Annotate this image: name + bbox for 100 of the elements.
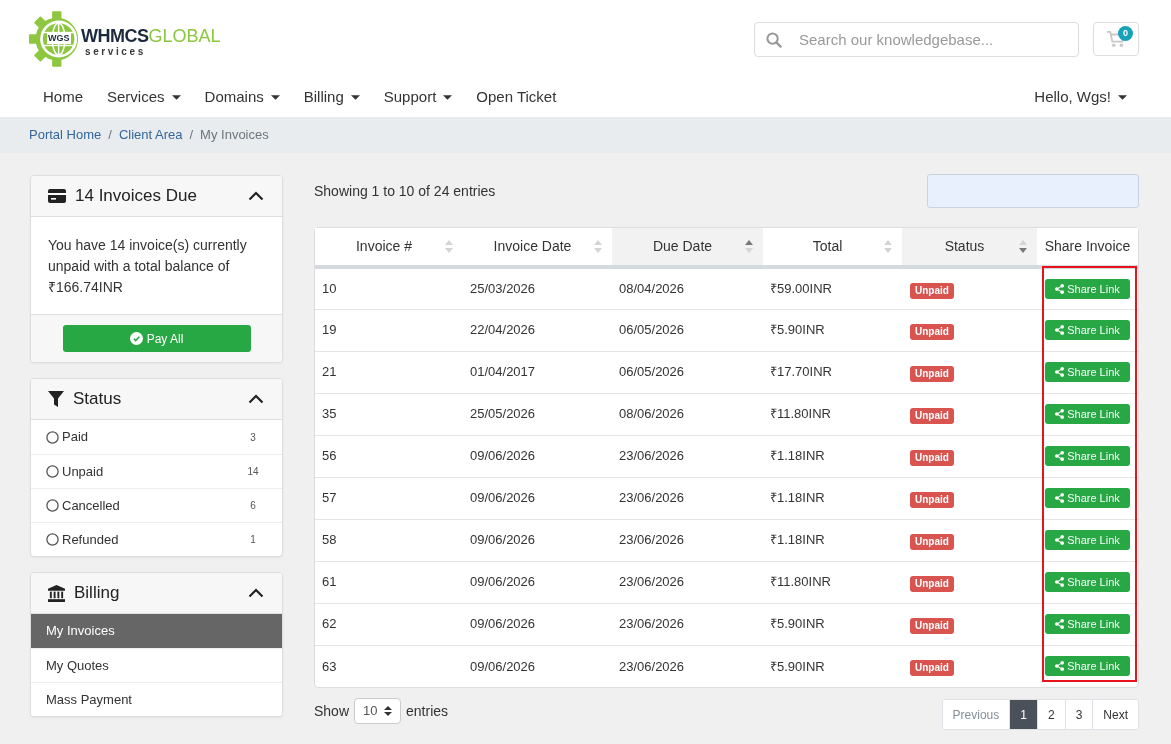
- share-icon: [1055, 535, 1065, 545]
- table-cell: 23/06/2026: [612, 435, 763, 477]
- status-badge: Unpaid: [910, 576, 954, 592]
- sort-arrows-icon[interactable]: [1019, 239, 1027, 254]
- column-header[interactable]: Status: [902, 228, 1037, 267]
- status-badge: Unpaid: [910, 618, 954, 634]
- table-cell: 01/04/2017: [463, 351, 612, 393]
- table-cell: 56: [315, 435, 463, 477]
- count-text: 6: [249, 499, 257, 513]
- panel-title: Billing: [74, 582, 120, 605]
- share-icon: [1055, 451, 1065, 461]
- table-cell: ₹1.18INR: [763, 519, 902, 561]
- status-filter-option[interactable]: Paid: [46, 427, 89, 447]
- table-cell: 57: [315, 477, 463, 519]
- page-length-select[interactable]: 10: [354, 698, 402, 724]
- share-icon: [1055, 619, 1065, 629]
- radio-icon[interactable]: [46, 533, 59, 546]
- table-cell: 23/06/2026: [612, 519, 763, 561]
- status-filter-option[interactable]: Refunded: [46, 529, 119, 550]
- table-cell: 09/06/2026: [463, 645, 612, 687]
- caret-icon: [443, 95, 453, 100]
- table-cell: 35: [315, 393, 463, 435]
- table-cell: 23/06/2026: [612, 561, 763, 603]
- column-header[interactable]: Due Date: [612, 228, 763, 267]
- table-cell: 23/06/2026: [612, 603, 763, 645]
- column-header[interactable]: Total: [763, 228, 902, 267]
- nav-link[interactable]: Domains: [192, 82, 292, 113]
- nav-link[interactable]: Open Ticket: [464, 82, 569, 113]
- table-cell: ₹1.18INR: [763, 435, 902, 477]
- caret-icon: [1118, 95, 1127, 100]
- table-cell: 06/05/2026: [612, 351, 763, 393]
- table-cell: 09/06/2026: [463, 561, 612, 603]
- table-cell: ₹1.18INR: [763, 477, 902, 519]
- table-cell: 09/06/2026: [463, 519, 612, 561]
- pagination-button[interactable]: 1: [1009, 700, 1037, 729]
- table-cell: ₹5.90INR: [763, 603, 902, 645]
- radio-icon[interactable]: [46, 499, 59, 512]
- breadcrumb-separator: /: [107, 126, 113, 145]
- balance-text: You have 14 invoice(s) currently unpaid with a total balance of ₹166.74INR: [47, 236, 248, 297]
- status-badge: Unpaid: [910, 408, 954, 424]
- search-field[interactable]: Search our knowledgebase...: [754, 21, 1079, 57]
- logo-tagline-text: services: [84, 45, 147, 57]
- status-badge: Unpaid: [910, 366, 954, 382]
- column-header[interactable]: Invoice #: [315, 228, 463, 267]
- cart-count-badge: 0: [1118, 26, 1133, 41]
- count-text: 3: [249, 430, 257, 445]
- nav-link[interactable]: Home: [31, 82, 95, 113]
- status-badge: Unpaid: [910, 324, 954, 340]
- table-cell: 61: [315, 561, 463, 603]
- share-icon: [1055, 367, 1065, 377]
- table-cell: 63: [315, 645, 463, 687]
- caret-icon: [350, 95, 360, 100]
- status-filter-option[interactable]: Unpaid: [46, 461, 104, 482]
- nav-link[interactable]: Support: [371, 82, 465, 113]
- breadcrumb-separator: /: [188, 126, 195, 145]
- check-circle-icon: [129, 332, 143, 345]
- entries-label: entries: [406, 701, 449, 721]
- table-cell: ₹5.90INR: [763, 309, 902, 351]
- share-icon: [1055, 493, 1065, 503]
- radio-icon[interactable]: [46, 465, 59, 478]
- table-cell: 09/06/2026: [463, 477, 612, 519]
- status-badge: Unpaid: [910, 282, 954, 299]
- gear-globe-logo-icon: [29, 10, 79, 68]
- table-cell: 22/04/2026: [463, 309, 612, 351]
- table-search-field[interactable]: [927, 174, 1139, 208]
- chevron-up-icon[interactable]: [248, 191, 264, 201]
- count-text: 1: [249, 533, 257, 547]
- menu-item[interactable]: My Invoices: [31, 614, 282, 648]
- table-cell: ₹59.00INR: [763, 267, 902, 309]
- column-header[interactable]: Invoice Date: [463, 228, 612, 267]
- up-down-arrows-icon: [384, 705, 393, 717]
- table-cell: 58: [315, 519, 463, 561]
- chevron-up-icon[interactable]: [248, 588, 264, 598]
- table-cell: ₹17.70INR: [763, 351, 902, 393]
- panel-title: Status: [73, 388, 122, 411]
- status-badge: Unpaid: [910, 492, 954, 508]
- chevron-up-icon[interactable]: [248, 394, 264, 404]
- pagination-button[interactable]: Next: [1092, 700, 1138, 729]
- status-badge: Unpaid: [910, 450, 954, 466]
- menu-item[interactable]: Mass Payment: [31, 682, 282, 716]
- caret-icon: [270, 95, 280, 100]
- status-badge: Unpaid: [910, 660, 954, 677]
- logo-accent-text: GLOBAL: [148, 25, 221, 46]
- nav-link[interactable]: Services: [95, 82, 193, 113]
- share-icon: [1055, 409, 1065, 419]
- sort-arrows-icon[interactable]: [745, 239, 753, 254]
- logo-badge-text: WGS: [47, 33, 71, 44]
- nav-link[interactable]: Billing: [291, 82, 372, 113]
- status-filter-option[interactable]: Cancelled: [46, 495, 120, 516]
- breadcrumb-link[interactable]: Portal Home: [29, 125, 102, 145]
- user-menu-link[interactable]: Hello, Wgs!: [1022, 82, 1139, 113]
- breadcrumb-link[interactable]: Client Area: [118, 125, 183, 145]
- table-cell: 25/03/2026: [463, 267, 612, 309]
- menu-item[interactable]: My Quotes: [31, 648, 282, 682]
- breadcrumb-current: My Invoices: [200, 126, 269, 145]
- panel-title: 14 Invoices Due: [75, 185, 197, 208]
- status-badge: Unpaid: [910, 534, 954, 550]
- column-header: Share Invoice: [1037, 228, 1138, 267]
- radio-icon[interactable]: [46, 430, 59, 444]
- logo-brand-text: WHMCS: [81, 25, 149, 46]
